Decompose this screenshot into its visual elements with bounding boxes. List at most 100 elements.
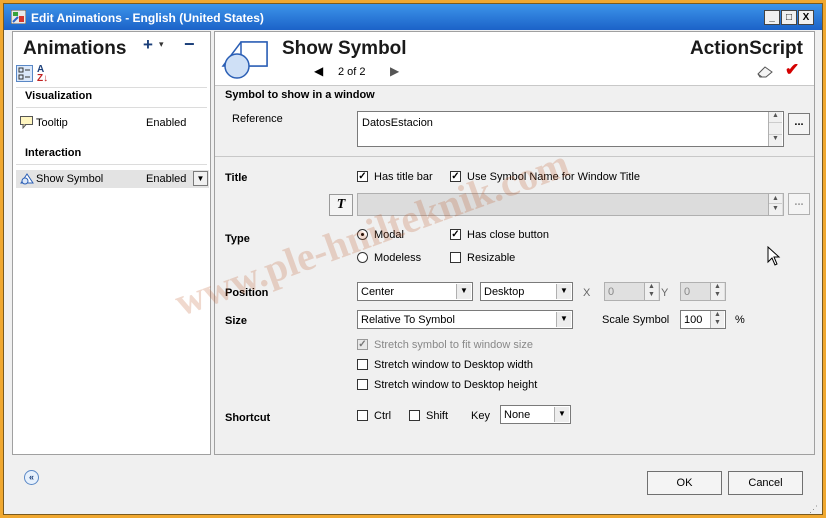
y-value: 0 xyxy=(684,286,691,298)
size-value: Relative To Symbol xyxy=(361,314,455,326)
add-animation-dropdown-icon[interactable]: ▾ xyxy=(159,39,164,50)
x-label: X xyxy=(583,287,591,299)
shift-label: Shift xyxy=(426,410,449,422)
chevron-down-icon[interactable]: ▼ xyxy=(456,284,471,299)
eraser-icon[interactable] xyxy=(756,64,774,78)
animations-heading: Animations xyxy=(23,38,127,59)
relative-to-value: Desktop xyxy=(484,286,525,298)
modeless-radio[interactable] xyxy=(357,252,368,263)
animation-item-status: Enabled xyxy=(146,117,187,129)
title-spinner: ▲ ▼ xyxy=(768,194,782,215)
collapse-panel-icon[interactable]: « xyxy=(24,470,39,485)
type-section-label: Type xyxy=(225,233,250,245)
use-symbol-name-label: Use Symbol Name for Window Title xyxy=(467,171,640,183)
scale-unit: % xyxy=(735,314,745,326)
reference-input[interactable]: DatosEstacion ▲ ▼ xyxy=(357,111,784,147)
spin-down-icon: ▼ xyxy=(772,205,779,212)
title-section-label: Title xyxy=(225,172,248,184)
position-section-label: Position xyxy=(225,287,269,299)
scale-value: 100 xyxy=(684,314,703,326)
animation-item-show-symbol[interactable]: Show Symbol Enabled ▼ xyxy=(16,170,209,188)
edit-animations-window: Edit Animations - English (United States… xyxy=(3,3,823,515)
size-section-label: Size xyxy=(225,315,248,327)
has-title-bar-checkbox[interactable]: ✓ xyxy=(357,171,368,182)
modal-radio[interactable] xyxy=(357,229,368,240)
reference-label: Reference xyxy=(232,113,283,125)
window-title-input: ▲ ▼ xyxy=(357,193,784,216)
position-value: Center xyxy=(361,286,395,298)
modal-label: Modal xyxy=(374,229,404,241)
ctrl-checkbox[interactable] xyxy=(357,410,368,421)
stretch-height-checkbox[interactable] xyxy=(357,379,368,390)
divider xyxy=(215,156,814,157)
has-close-button-checkbox[interactable]: ✓ xyxy=(450,229,461,240)
close-button[interactable]: X xyxy=(798,10,814,25)
scroll-up-icon[interactable]: ▲ xyxy=(769,112,782,123)
scale-symbol-input[interactable]: 100 ▲ ▼ xyxy=(680,310,726,329)
resizable-checkbox[interactable] xyxy=(450,252,461,263)
actionscript-title[interactable]: ActionScript xyxy=(690,38,803,60)
resizable-label: Resizable xyxy=(467,252,516,264)
relative-to-select[interactable]: Desktop ▼ xyxy=(480,282,573,301)
key-label: Key xyxy=(471,410,490,422)
shortcut-section-label: Shortcut xyxy=(225,412,271,424)
tooltip-icon xyxy=(20,116,33,129)
has-close-button-label: Has close button xyxy=(467,229,549,241)
y-spinner: ▲ ▼ xyxy=(710,283,724,300)
stretch-height-label: Stretch window to Desktop height xyxy=(374,379,538,391)
sort-by-category-icon[interactable] xyxy=(16,65,33,82)
cancel-button[interactable]: Cancel xyxy=(728,471,803,495)
title-bar[interactable]: Edit Animations - English (United States… xyxy=(4,4,822,30)
animation-header: Show Symbol ◀ 2 of 2 ▶ ActionScript ✔ xyxy=(215,32,814,86)
tag-picker-icon[interactable]: T xyxy=(329,194,353,216)
use-symbol-name-checkbox[interactable]: ✓ xyxy=(450,171,461,182)
animation-item-status: Enabled xyxy=(146,173,187,185)
y-label: Y xyxy=(661,287,669,299)
animation-index: 2 of 2 xyxy=(338,66,366,78)
ok-button[interactable]: OK xyxy=(647,471,722,495)
scroll-down-icon[interactable]: ▼ xyxy=(769,134,782,145)
position-select[interactable]: Center ▼ xyxy=(357,282,473,301)
stretch-width-checkbox[interactable] xyxy=(357,359,368,370)
divider xyxy=(16,107,207,108)
stretch-fit-checkbox: ✓ xyxy=(357,339,368,350)
previous-animation-button[interactable]: ◀ xyxy=(314,64,323,78)
modeless-label: Modeless xyxy=(374,252,422,264)
chevron-down-icon[interactable]: ▼ xyxy=(554,407,569,422)
scale-spinner[interactable]: ▲ ▼ xyxy=(710,311,724,328)
maximize-button[interactable]: □ xyxy=(781,10,797,25)
animation-item-tooltip[interactable]: Tooltip Enabled xyxy=(16,114,209,132)
reference-browse-button[interactable]: ... xyxy=(788,113,810,135)
divider xyxy=(16,87,207,88)
y-position-input: 0 ▲ ▼ xyxy=(680,282,726,301)
minimize-button[interactable]: _ xyxy=(764,10,780,25)
key-value: None xyxy=(504,409,531,421)
reference-value: DatosEstacion xyxy=(362,117,433,129)
chevron-down-icon[interactable]: ▼ xyxy=(556,284,571,299)
x-value: 0 xyxy=(608,286,615,298)
group-interaction: Interaction xyxy=(25,147,82,159)
next-animation-button[interactable]: ▶ xyxy=(390,64,399,78)
stretch-fit-label: Stretch symbol to fit window size xyxy=(374,339,533,351)
size-select[interactable]: Relative To Symbol ▼ xyxy=(357,310,573,329)
add-animation-button[interactable]: + xyxy=(143,35,153,55)
show-symbol-icon xyxy=(20,173,34,185)
ctrl-label: Ctrl xyxy=(374,410,392,422)
sort-alphabetical-icon[interactable]: A Z↓ xyxy=(37,65,49,84)
animation-title: Show Symbol xyxy=(282,38,407,59)
mouse-cursor-icon xyxy=(767,246,781,266)
reference-scrollbar[interactable]: ▲ ▼ xyxy=(768,112,782,146)
status-dropdown-button[interactable]: ▼ xyxy=(193,171,208,186)
sort-az-bottom: Z↓ xyxy=(37,73,49,84)
window-title: Edit Animations - English (United States… xyxy=(31,11,264,25)
shift-checkbox[interactable] xyxy=(409,410,420,421)
spin-up-icon: ▲ xyxy=(769,194,782,204)
key-select[interactable]: None ▼ xyxy=(500,405,571,424)
apply-check-icon[interactable]: ✔ xyxy=(785,60,799,80)
remove-animation-button[interactable]: − xyxy=(184,34,195,55)
resize-grip-icon[interactable]: ⋰ xyxy=(809,504,818,515)
app-icon xyxy=(11,10,26,24)
scroll-thumb[interactable] xyxy=(769,123,782,134)
category-grid-icon xyxy=(18,67,30,80)
chevron-down-icon[interactable]: ▼ xyxy=(556,312,571,327)
